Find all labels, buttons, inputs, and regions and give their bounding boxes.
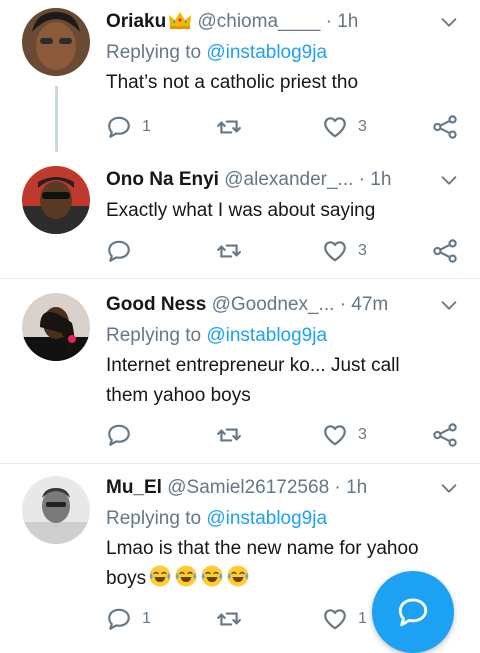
avatar[interactable] <box>22 476 90 544</box>
replying-user-link[interactable]: @instablog9ja <box>206 508 327 529</box>
tweet[interactable]: Ono Na Enyi @alexander_... · 1h Exactly … <box>0 150 480 279</box>
retweet-icon <box>216 422 242 448</box>
crown-icon <box>168 9 192 38</box>
replying-prefix: Replying to <box>106 325 207 346</box>
crying-laughing-emoji <box>226 564 250 588</box>
tweet-text: That’s not a catholic priest tho <box>106 72 359 93</box>
tweet-actions: 1 3 <box>106 112 466 142</box>
tweet-text-line: them yahoo boys <box>106 385 251 406</box>
like-icon <box>322 606 348 632</box>
separator-dot: · <box>339 294 347 315</box>
user-handle[interactable]: @Samiel26172568 <box>167 477 329 498</box>
timestamp: 47m <box>351 294 389 315</box>
timestamp: 1h <box>370 169 392 190</box>
tweet-header: Ono Na Enyi @alexander_... · 1h <box>106 164 470 196</box>
user-handle[interactable]: @Goodnex_... <box>212 294 335 315</box>
like-button[interactable]: 3 <box>322 112 367 142</box>
tweet-text: Internet entrepreneur ko... Just call th… <box>106 351 470 411</box>
tweet-header: Oriaku @chioma____ · 1h <box>106 6 470 38</box>
reply-count: 1 <box>142 118 151 135</box>
tweet-actions: 3 <box>106 420 466 450</box>
like-icon <box>322 422 348 448</box>
reply-button[interactable]: 1 <box>106 604 151 634</box>
share-icon <box>432 114 458 140</box>
like-count: 3 <box>358 242 367 259</box>
like-icon <box>322 238 348 264</box>
tweet-text-line: Lmao is that the new name for yahoo <box>106 538 419 559</box>
crying-laughing-emoji <box>174 564 198 588</box>
replying-to: Replying to @instablog9ja <box>106 504 470 534</box>
share-button[interactable] <box>432 112 458 142</box>
chevron-down-icon[interactable] <box>438 6 460 38</box>
like-button[interactable]: 3 <box>322 420 367 450</box>
tweet[interactable]: Good Ness @Goodnex_... · 47m Replying to… <box>0 279 480 464</box>
tweet-header: Mu_El @Samiel26172568 · 1h <box>106 472 470 504</box>
separator-dot: · <box>358 169 365 190</box>
avatar[interactable] <box>22 293 90 361</box>
reply-button[interactable] <box>106 420 132 450</box>
display-name[interactable]: Ono Na Enyi <box>106 169 219 190</box>
tweet-header: Good Ness @Goodnex_... · 47m <box>106 289 470 321</box>
reply-button[interactable]: 1 <box>106 112 151 142</box>
tweet-actions: 3 <box>106 236 466 266</box>
like-icon <box>322 114 348 140</box>
retweet-icon <box>216 238 242 264</box>
separator-dot: · <box>325 11 332 32</box>
retweet-button[interactable] <box>216 236 242 266</box>
retweet-icon <box>216 606 242 632</box>
compose-reply-button[interactable] <box>372 571 454 653</box>
reply-icon <box>106 422 132 448</box>
tweet-text: Exactly what I was about saying <box>106 200 376 221</box>
retweet-button[interactable] <box>216 420 242 450</box>
like-count: 3 <box>358 426 367 443</box>
reply-icon <box>106 606 132 632</box>
display-name[interactable]: Good Ness <box>106 294 206 315</box>
replying-to: Replying to @instablog9ja <box>106 321 470 351</box>
user-handle[interactable]: @chioma____ <box>197 11 320 32</box>
retweet-button[interactable] <box>216 112 242 142</box>
retweet-button[interactable] <box>216 604 242 634</box>
separator-dot: · <box>334 477 341 498</box>
reply-icon <box>106 114 132 140</box>
like-button[interactable]: 3 <box>322 236 367 266</box>
user-handle[interactable]: @alexander_... <box>224 169 353 190</box>
chevron-down-icon[interactable] <box>438 472 460 504</box>
chevron-down-icon[interactable] <box>438 164 460 196</box>
replying-user-link[interactable]: @instablog9ja <box>206 42 327 63</box>
timestamp: 1h <box>337 11 359 32</box>
replying-user-link[interactable]: @instablog9ja <box>206 325 327 346</box>
tweet[interactable]: Oriaku @chioma____ · 1h Replying to @ins… <box>0 0 480 152</box>
replying-prefix: Replying to <box>106 42 207 63</box>
thread-line <box>55 86 58 152</box>
tweet-text-word: boys <box>106 568 147 589</box>
avatar[interactable] <box>22 166 90 234</box>
compose-reply-icon <box>398 598 428 627</box>
crying-laughing-emoji <box>148 564 172 588</box>
timestamp: 1h <box>346 477 368 498</box>
share-icon <box>432 422 458 448</box>
reply-button[interactable] <box>106 236 132 266</box>
share-button[interactable] <box>432 236 458 266</box>
reply-count: 1 <box>142 610 151 627</box>
reply-icon <box>106 238 132 264</box>
replying-prefix: Replying to <box>106 508 207 529</box>
share-icon <box>432 238 458 264</box>
like-button[interactable]: 1 <box>322 604 367 634</box>
chevron-down-icon[interactable] <box>438 289 460 321</box>
avatar[interactable] <box>22 8 90 76</box>
replying-to: Replying to @instablog9ja <box>106 38 470 68</box>
crying-laughing-emoji <box>200 564 224 588</box>
retweet-icon <box>216 114 242 140</box>
share-button[interactable] <box>432 420 458 450</box>
display-name[interactable]: Mu_El <box>106 477 162 498</box>
like-count: 1 <box>358 610 367 627</box>
tweet-text-line: Internet entrepreneur ko... Just call <box>106 355 400 376</box>
display-name[interactable]: Oriaku <box>106 11 166 32</box>
like-count: 3 <box>358 118 367 135</box>
